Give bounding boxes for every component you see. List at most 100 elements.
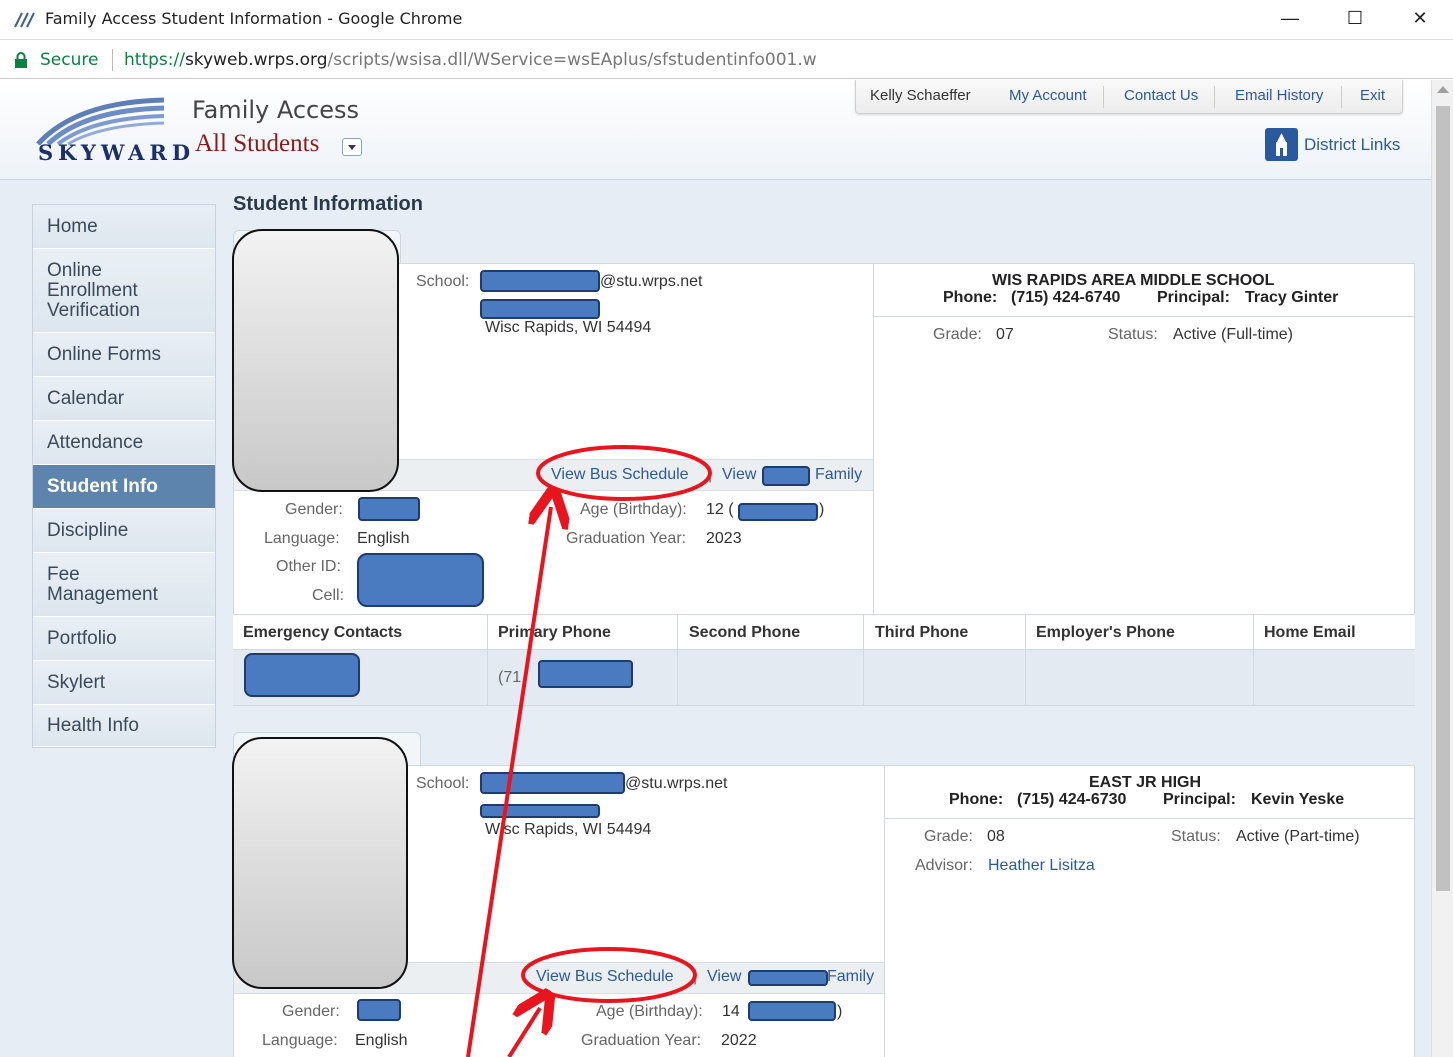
view-family-link[interactable]: View [707, 968, 741, 986]
sidebar-item-label: Online Forms [47, 343, 162, 365]
advisor-link[interactable]: Heather Lisitza [988, 857, 1095, 875]
redacted-block [480, 270, 600, 292]
view-family-link-tail[interactable]: Family [815, 466, 862, 484]
redacted-block [748, 970, 828, 986]
window-title: Family Access Student Information - Goog… [45, 9, 463, 28]
view-bus-schedule-link[interactable]: View Bus Schedule [536, 968, 674, 986]
col-second-phone[interactable]: Second Phone [689, 624, 800, 642]
maximize-button[interactable]: ☐ [1335, 6, 1375, 32]
sidebar-item-label: Student Info [47, 475, 158, 497]
school-name: WIS RAPIDS AREA MIDDLE SCHOOL [992, 272, 1275, 289]
sidebar-item-home[interactable]: Home [33, 205, 215, 249]
school-phone-value: (715) 424-6730 [1017, 791, 1127, 808]
my-account-link[interactable]: My Account [1009, 87, 1087, 104]
page-scrollbar[interactable] [1431, 80, 1453, 1057]
contacts-grid-header: Emergency Contacts Primary Phone Second … [233, 614, 1415, 650]
view-family-link-tail[interactable]: Family [827, 968, 874, 986]
contact-us-link[interactable]: Contact Us [1124, 87, 1198, 104]
exit-link[interactable]: Exit [1360, 87, 1385, 104]
view-bus-schedule-link[interactable]: View Bus Schedule [551, 466, 689, 484]
primary-phone-value: (71 [498, 669, 522, 686]
language-value: English [357, 530, 410, 547]
school-email-suffix[interactable]: @stu.wrps.net [625, 775, 728, 793]
sidebar-item-fee-management[interactable]: Fee Management [33, 553, 215, 617]
redacted-block [357, 999, 401, 1021]
grade-label: Grade: [924, 828, 973, 845]
scroll-up-arrow-icon[interactable] [1437, 86, 1449, 93]
gender-label: Gender: [282, 1003, 340, 1020]
secure-label: Secure [40, 50, 99, 70]
grade-label: Grade: [933, 326, 982, 343]
sidebar-item-online-enrollment-verification[interactable]: Online Enrollment Verification [33, 249, 215, 333]
redacted-block [762, 466, 810, 486]
col-emergency-contacts[interactable]: Emergency Contacts [243, 624, 402, 642]
grade-value: 07 [996, 326, 1014, 343]
language-label: Language: [262, 1032, 338, 1049]
skyward-logo-swoosh [36, 97, 165, 146]
page-title: Student Information [233, 193, 423, 215]
col-third-phone[interactable]: Third Phone [875, 624, 968, 642]
age-value: 14 [722, 1003, 740, 1020]
status-value: Active (Full-time) [1173, 326, 1294, 343]
close-window-button[interactable]: ✕ [1400, 6, 1440, 32]
sidebar-item-label: Discipline [47, 519, 129, 541]
url-text[interactable]: https://skyweb.wrps.org/scripts/wsisa.dl… [124, 50, 817, 70]
url-path: /scripts/wsisa.dll/WService=wsEAplus/sfs… [327, 50, 817, 70]
redacted-block [358, 497, 420, 521]
school-email-label: School: [416, 273, 470, 290]
sidebar-item-online-forms[interactable]: Online Forms [33, 333, 215, 377]
school-phone-label: Phone: [949, 791, 1004, 808]
sidebar-item-discipline[interactable]: Discipline [33, 509, 215, 553]
sidebar-item-health-info[interactable]: Health Info [33, 705, 215, 747]
student-photo [232, 737, 408, 989]
sidebar-item-student-info[interactable]: Student Info [33, 465, 215, 509]
student-dropdown-button[interactable] [342, 138, 362, 156]
grade-value: 08 [987, 828, 1005, 845]
address-city: Wisc Rapids, WI 54494 [485, 821, 652, 838]
user-name: Kelly Schaeffer [870, 87, 971, 104]
principal-link[interactable]: Kevin Yeske [1251, 791, 1344, 809]
sidebar-item-portfolio[interactable]: Portfolio [33, 617, 215, 661]
sidebar-item-label: Attendance [47, 431, 144, 453]
app-title: Family Access [192, 96, 360, 124]
col-home-email[interactable]: Home Email [1264, 624, 1356, 642]
sidebar-item-label: Home [47, 215, 98, 237]
column-divider [1025, 614, 1026, 705]
language-value: English [355, 1032, 408, 1049]
school-name: EAST JR HIGH [1089, 774, 1202, 791]
age-close: ) [837, 1003, 843, 1020]
graduation-year-label: Graduation Year: [581, 1032, 702, 1049]
address-bar[interactable]: Secure https://skyweb.wrps.org/scripts/w… [0, 41, 1453, 79]
other-id-label: Other ID: [276, 558, 341, 575]
school-phone-label: Phone: [943, 289, 998, 306]
sidebar-item-label: Skylert [47, 671, 106, 693]
minimize-button[interactable]: — [1270, 6, 1310, 32]
sidebar-item-attendance[interactable]: Attendance [33, 421, 215, 465]
sidebar-nav: Home Online Enrollment Verification Onli… [32, 204, 216, 748]
age-label: Age (Birthday): [596, 1003, 703, 1020]
view-family-link[interactable]: View [722, 466, 756, 484]
col-employers-phone[interactable]: Employer's Phone [1036, 624, 1175, 642]
link-divider: | [693, 968, 698, 985]
col-primary-phone[interactable]: Primary Phone [498, 624, 611, 642]
column-divider [1253, 614, 1254, 705]
column-divider [487, 614, 488, 705]
sidebar-item-skylert[interactable]: Skylert [33, 661, 215, 705]
district-building-icon[interactable] [1265, 128, 1298, 161]
redacted-block [357, 553, 484, 607]
school-email-suffix[interactable]: @stu.wrps.net [600, 273, 703, 291]
skyward-app-icon [14, 12, 35, 28]
url-scheme: https:// [124, 50, 185, 70]
age-label: Age (Birthday): [580, 501, 687, 518]
email-history-link[interactable]: Email History [1235, 87, 1323, 104]
redacted-block [480, 804, 600, 818]
graduation-year-value: 2023 [706, 530, 742, 547]
student-selector[interactable]: All Students [195, 130, 319, 158]
sidebar-item-calendar[interactable]: Calendar [33, 377, 215, 421]
scroll-thumb[interactable] [1436, 106, 1450, 891]
link-divider: | [708, 466, 713, 483]
sidebar-item-label: Health Info [47, 714, 139, 736]
principal-link[interactable]: Tracy Ginter [1245, 289, 1338, 307]
district-links[interactable]: District Links [1304, 135, 1400, 155]
redacted-block [748, 1001, 836, 1021]
